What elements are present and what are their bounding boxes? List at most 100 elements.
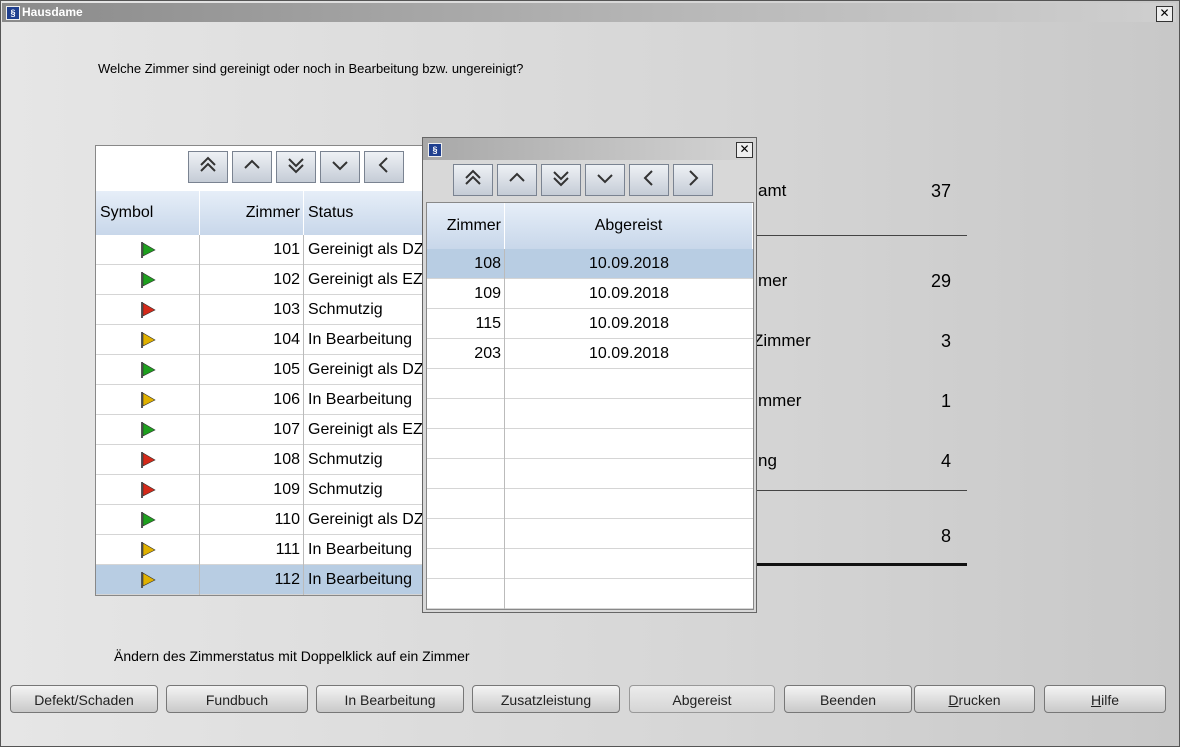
double-up-icon bbox=[196, 153, 220, 182]
window-title: Hausdame bbox=[22, 5, 83, 19]
table-row[interactable]: 105 Gereinigt als DZ bbox=[96, 355, 426, 385]
table-row[interactable]: 103 Schmutzig bbox=[96, 295, 426, 325]
room-number: 112 bbox=[274, 571, 300, 588]
close-window-button[interactable]: ✕ bbox=[1156, 6, 1173, 22]
room-status: Gereinigt als DZ bbox=[308, 241, 424, 258]
yellow-flag-icon bbox=[96, 565, 199, 594]
scroll-top-button[interactable] bbox=[188, 151, 228, 183]
room-number: 111 bbox=[275, 541, 300, 558]
stat-label-in-progress: ng bbox=[758, 451, 777, 470]
table-row[interactable]: 108 10.09.2018 bbox=[427, 249, 753, 279]
red-flag-icon bbox=[96, 295, 199, 324]
room-status: Gereinigt als DZ bbox=[308, 511, 424, 528]
table-row[interactable]: 111 In Bearbeitung bbox=[96, 535, 426, 565]
empty-row bbox=[427, 549, 753, 579]
scroll-right-button[interactable] bbox=[673, 164, 713, 196]
departure-date: 10.09.2018 bbox=[588, 315, 670, 332]
right-icon bbox=[681, 166, 705, 195]
column-header-status[interactable]: Status bbox=[304, 191, 426, 235]
room-status: Gereinigt als EZ bbox=[308, 271, 423, 288]
down-icon bbox=[328, 153, 352, 182]
zusatzleistung-button[interactable]: Zusatzleistung bbox=[472, 685, 620, 713]
room-number: 108 bbox=[474, 255, 501, 272]
table-row[interactable]: 110 Gereinigt als DZ bbox=[96, 505, 426, 535]
green-flag-icon bbox=[96, 235, 199, 264]
room-number: 108 bbox=[273, 451, 300, 468]
scroll-bottom-button[interactable] bbox=[541, 164, 581, 196]
table-row[interactable]: 107 Gereinigt als EZ bbox=[96, 415, 426, 445]
dialog-nav-toolbar bbox=[453, 164, 713, 196]
stat-value-other: 1 bbox=[940, 391, 951, 411]
table-row[interactable]: 112 In Bearbeitung bbox=[96, 565, 426, 595]
scroll-up-button[interactable] bbox=[497, 164, 537, 196]
in-bearbeitung-button[interactable]: In Bearbeitung bbox=[316, 685, 464, 713]
double-down-icon bbox=[549, 166, 573, 195]
room-status: In Bearbeitung bbox=[308, 571, 413, 588]
room-number: 203 bbox=[474, 345, 501, 362]
room-status: Gereinigt als EZ bbox=[308, 421, 423, 438]
app-icon: § bbox=[6, 6, 20, 20]
table-row[interactable]: 102 Gereinigt als EZ bbox=[96, 265, 426, 295]
table-row[interactable]: 108 Schmutzig bbox=[96, 445, 426, 475]
column-header-symbol[interactable]: Symbol bbox=[96, 191, 200, 235]
scroll-up-button[interactable] bbox=[232, 151, 272, 183]
room-status: Schmutzig bbox=[308, 481, 383, 498]
double-up-icon bbox=[461, 166, 485, 195]
abgereist-button[interactable]: Abgereist bbox=[629, 685, 775, 713]
drucken-button[interactable]: Drucken bbox=[914, 685, 1035, 713]
scroll-top-button[interactable] bbox=[453, 164, 493, 196]
left-icon bbox=[372, 153, 396, 182]
empty-row bbox=[427, 459, 753, 489]
room-status: Schmutzig bbox=[308, 451, 383, 468]
beenden-button[interactable]: Beenden bbox=[784, 685, 912, 713]
room-number: 115 bbox=[475, 315, 501, 332]
scroll-left-button[interactable] bbox=[364, 151, 404, 183]
drucken-label: Drucken bbox=[948, 692, 1001, 708]
column-divider bbox=[303, 235, 304, 595]
hint-text: Ändern des Zimmerstatus mit Doppelklick … bbox=[114, 648, 470, 664]
yellow-flag-icon bbox=[96, 325, 199, 354]
yellow-flag-icon bbox=[96, 385, 199, 414]
departed-rooms-dialog: § ✕ Zimmer Abgereist 108 10.09.2018 109 10.… bbox=[422, 137, 757, 613]
table-row[interactable]: 101 Gereinigt als DZ bbox=[96, 235, 426, 265]
table-row[interactable]: 109 10.09.2018 bbox=[427, 279, 753, 309]
main-window: § Hausdame ✕ Welche Zimmer sind gereinig… bbox=[0, 0, 1180, 747]
column-header-zimmer[interactable]: Zimmer bbox=[427, 203, 505, 249]
total-underline bbox=[753, 563, 967, 566]
fundbuch-button[interactable]: Fundbuch bbox=[166, 685, 308, 713]
hilfe-label: Hilfe bbox=[1090, 692, 1120, 708]
defekt-schaden-button[interactable]: Defekt/Schaden bbox=[10, 685, 158, 713]
hilfe-button[interactable]: Hilfe bbox=[1044, 685, 1166, 713]
close-dialog-button[interactable]: ✕ bbox=[736, 142, 753, 158]
scroll-down-button[interactable] bbox=[320, 151, 360, 183]
table-row[interactable]: 109 Schmutzig bbox=[96, 475, 426, 505]
table-row[interactable]: 115 10.09.2018 bbox=[427, 309, 753, 339]
room-status: In Bearbeitung bbox=[308, 331, 413, 348]
stat-label-other: mmer bbox=[758, 391, 802, 410]
table-row[interactable]: 106 In Bearbeitung bbox=[96, 385, 426, 415]
scroll-bottom-button[interactable] bbox=[276, 151, 316, 183]
room-number: 104 bbox=[273, 331, 300, 348]
room-status: In Bearbeitung bbox=[308, 391, 413, 408]
table-row[interactable]: 104 In Bearbeitung bbox=[96, 325, 426, 355]
column-header-zimmer[interactable]: Zimmer bbox=[200, 191, 304, 235]
room-number: 102 bbox=[273, 271, 300, 288]
scroll-left-button[interactable] bbox=[629, 164, 669, 196]
scroll-down-button[interactable] bbox=[585, 164, 625, 196]
green-flag-icon bbox=[96, 505, 199, 534]
empty-row bbox=[427, 519, 753, 549]
up-icon bbox=[505, 166, 529, 195]
dialog-title-bar: § bbox=[423, 138, 756, 160]
room-number: 109 bbox=[474, 285, 501, 302]
empty-row bbox=[427, 399, 753, 429]
table-row[interactable]: 203 10.09.2018 bbox=[427, 339, 753, 369]
room-status: Gereinigt als DZ bbox=[308, 361, 424, 378]
stat-value-dirty: 3 bbox=[940, 331, 951, 351]
stat-value-total: 37 bbox=[930, 181, 951, 201]
green-flag-icon bbox=[96, 265, 199, 294]
empty-row bbox=[427, 489, 753, 519]
room-status: In Bearbeitung bbox=[308, 541, 413, 558]
room-number: 109 bbox=[273, 481, 300, 498]
stat-value-clean: 29 bbox=[930, 271, 951, 291]
column-header-abgereist[interactable]: Abgereist bbox=[505, 203, 753, 249]
